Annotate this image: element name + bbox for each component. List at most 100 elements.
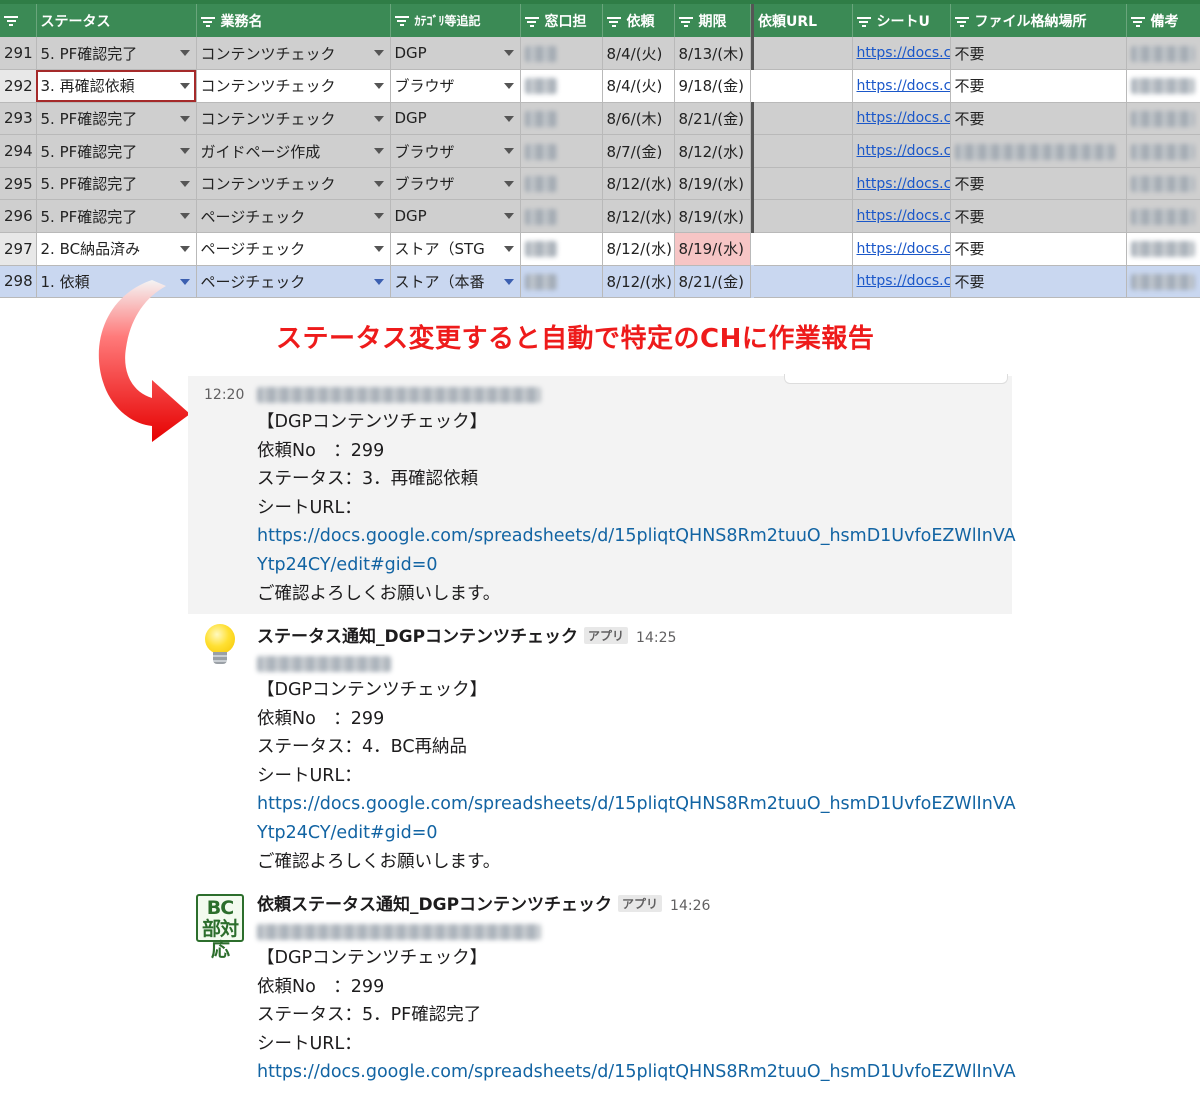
dropdown-arrow-icon[interactable]	[503, 180, 514, 187]
contact-cell[interactable]	[520, 69, 603, 103]
file-location-cell[interactable]	[950, 134, 1127, 168]
contact-cell[interactable]	[520, 37, 603, 71]
filter-icon[interactable]	[1130, 15, 1145, 29]
header-task[interactable]: 業務名	[196, 4, 391, 37]
chat-message[interactable]: ステータス通知_DGPコンテンツチェック アプリ 14:25 【DGPコンテンツチェ…	[188, 614, 1016, 884]
task-cell[interactable]: ページチェック	[196, 232, 391, 266]
request-url-cell[interactable]	[754, 199, 853, 234]
request-url-cell[interactable]	[754, 232, 853, 266]
dropdown-arrow-icon[interactable]	[179, 246, 190, 253]
bc-team-avatar[interactable]: BC部対応	[196, 894, 244, 961]
filter-icon[interactable]	[606, 15, 621, 29]
notes-cell[interactable]	[1126, 265, 1200, 298]
sheet-url-cell[interactable]: https://docs.c	[852, 37, 951, 71]
task-cell[interactable]: ページチェック	[196, 199, 391, 234]
dropdown-arrow-icon[interactable]	[503, 50, 514, 56]
table-row[interactable]: 295 5. PF確認完了 コンテンツチェック ブラウザ 8/12/(水) 8/19/(水…	[0, 167, 1200, 201]
filter-icon[interactable]	[200, 15, 215, 29]
notes-cell[interactable]	[1126, 69, 1200, 103]
message-timestamp[interactable]: 14:25	[636, 630, 676, 646]
lightbulb-icon[interactable]	[196, 624, 242, 670]
request-date-cell[interactable]: 8/7/(金)	[602, 134, 675, 168]
filter-icon[interactable]	[394, 14, 409, 28]
dropdown-arrow-icon[interactable]	[503, 115, 514, 122]
category-cell[interactable]: ブラウザ	[390, 134, 521, 168]
request-url-cell[interactable]	[754, 134, 853, 168]
task-cell[interactable]: コンテンツチェック	[196, 102, 391, 136]
due-date-cell[interactable]: 8/19/(水)	[674, 167, 751, 201]
file-location-cell[interactable]: 不要	[950, 37, 1127, 71]
table-row[interactable]: 293 5. PF確認完了 コンテンツチェック DGP 8/6/(木) 8/21/(金) h…	[0, 102, 1200, 136]
dropdown-arrow-icon[interactable]	[373, 213, 384, 220]
sheet-url-link[interactable]: https://docs.google.com/spreadsheets/d/1…	[257, 1058, 1016, 1087]
row-number[interactable]: 294	[0, 134, 37, 168]
dropdown-arrow-icon[interactable]	[179, 50, 190, 56]
sheet-url-link[interactable]: https://docs.google.com/spreadsheets/d/1…	[257, 522, 1016, 551]
row-number[interactable]: 296	[0, 199, 37, 234]
file-location-cell[interactable]: 不要	[950, 199, 1127, 234]
sheet-url-cell[interactable]: https://docs.c	[852, 265, 951, 298]
header-sheet-url[interactable]: シートU	[852, 4, 951, 37]
category-cell[interactable]: DGP	[390, 199, 521, 234]
table-row[interactable]: 297 2. BC納品済み ページチェック ストア（STG 8/12/(水) 8/19/(…	[0, 232, 1200, 266]
header-contact[interactable]: 窓口担	[520, 4, 603, 37]
dropdown-arrow-icon[interactable]	[179, 213, 190, 220]
dropdown-arrow-icon[interactable]	[503, 246, 514, 253]
sheet-url-cell[interactable]: https://docs.c	[852, 102, 951, 136]
contact-cell[interactable]	[520, 102, 603, 136]
due-date-cell[interactable]: 8/21/(金)	[674, 265, 751, 298]
request-date-cell[interactable]: 8/12/(水)	[602, 167, 675, 201]
file-location-cell[interactable]: 不要	[950, 167, 1127, 201]
file-location-cell[interactable]: 不要	[950, 102, 1127, 136]
dropdown-arrow-icon[interactable]	[179, 180, 190, 187]
filter-icon[interactable]	[856, 15, 871, 29]
task-cell[interactable]: コンテンツチェック	[196, 167, 391, 201]
notes-cell[interactable]	[1126, 199, 1200, 234]
request-url-cell[interactable]	[754, 265, 853, 298]
category-cell[interactable]: ブラウザ	[390, 69, 521, 103]
table-row[interactable]: 291 5. PF確認完了 コンテンツチェック DGP 8/4/(火) 8/13/(木) h…	[0, 37, 1200, 71]
dropdown-arrow-icon[interactable]	[373, 83, 384, 90]
dropdown-arrow-icon[interactable]	[179, 148, 190, 155]
category-cell[interactable]: ストア（STG	[390, 232, 521, 266]
contact-cell[interactable]	[520, 134, 603, 168]
contact-cell[interactable]	[520, 199, 603, 234]
sender-name[interactable]: 依頼ステータス通知_DGPコンテンツチェック	[257, 895, 612, 915]
dropdown-arrow-icon[interactable]	[373, 246, 384, 253]
row-number[interactable]: 292	[0, 69, 37, 103]
row-number-header[interactable]	[0, 4, 37, 37]
header-status[interactable]: ステータス	[36, 4, 197, 37]
header-due[interactable]: 期限	[674, 4, 751, 37]
notes-cell[interactable]	[1126, 134, 1200, 168]
notes-cell[interactable]	[1126, 37, 1200, 71]
message-timestamp[interactable]: 14:26	[670, 898, 710, 914]
dropdown-arrow-icon[interactable]	[503, 213, 514, 220]
request-date-cell[interactable]: 8/12/(水)	[602, 199, 675, 234]
due-date-cell[interactable]: 8/21/(金)	[674, 102, 751, 136]
category-cell[interactable]: DGP	[390, 102, 521, 136]
request-date-cell[interactable]: 8/12/(水)	[602, 265, 675, 298]
task-cell[interactable]: ガイドページ作成	[196, 134, 391, 168]
request-url-cell[interactable]	[754, 167, 853, 201]
filter-icon[interactable]	[524, 15, 539, 29]
file-location-cell[interactable]: 不要	[950, 69, 1127, 103]
task-cell[interactable]: コンテンツチェック	[196, 69, 391, 103]
status-cell[interactable]: 3. 再確認依頼	[36, 69, 197, 103]
request-url-cell[interactable]	[754, 102, 853, 136]
table-row[interactable]: 294 5. PF確認完了 ガイドページ作成 ブラウザ 8/7/(金) 8/12/(水) h…	[0, 134, 1200, 168]
due-date-cell[interactable]: 8/19/(水)	[674, 232, 751, 266]
table-row[interactable]: 292 3. 再確認依頼 コンテンツチェック ブラウザ 8/4/(火) 9/18/(金) h…	[0, 69, 1200, 103]
filter-icon[interactable]	[678, 15, 693, 29]
contact-cell[interactable]	[520, 265, 603, 298]
row-number[interactable]: 295	[0, 167, 37, 201]
table-row[interactable]: 296 5. PF確認完了 ページチェック DGP 8/12/(水) 8/19/(水) ht…	[0, 199, 1200, 234]
status-cell[interactable]: 5. PF確認完了	[36, 134, 197, 168]
file-location-cell[interactable]: 不要	[950, 232, 1127, 266]
notes-cell[interactable]	[1126, 102, 1200, 136]
category-cell[interactable]: DGP	[390, 37, 521, 71]
filter-icon[interactable]	[4, 14, 18, 28]
notes-cell[interactable]	[1126, 232, 1200, 266]
contact-cell[interactable]	[520, 232, 603, 266]
dropdown-arrow-icon[interactable]	[373, 278, 384, 285]
request-date-cell[interactable]: 8/4/(火)	[602, 37, 675, 71]
